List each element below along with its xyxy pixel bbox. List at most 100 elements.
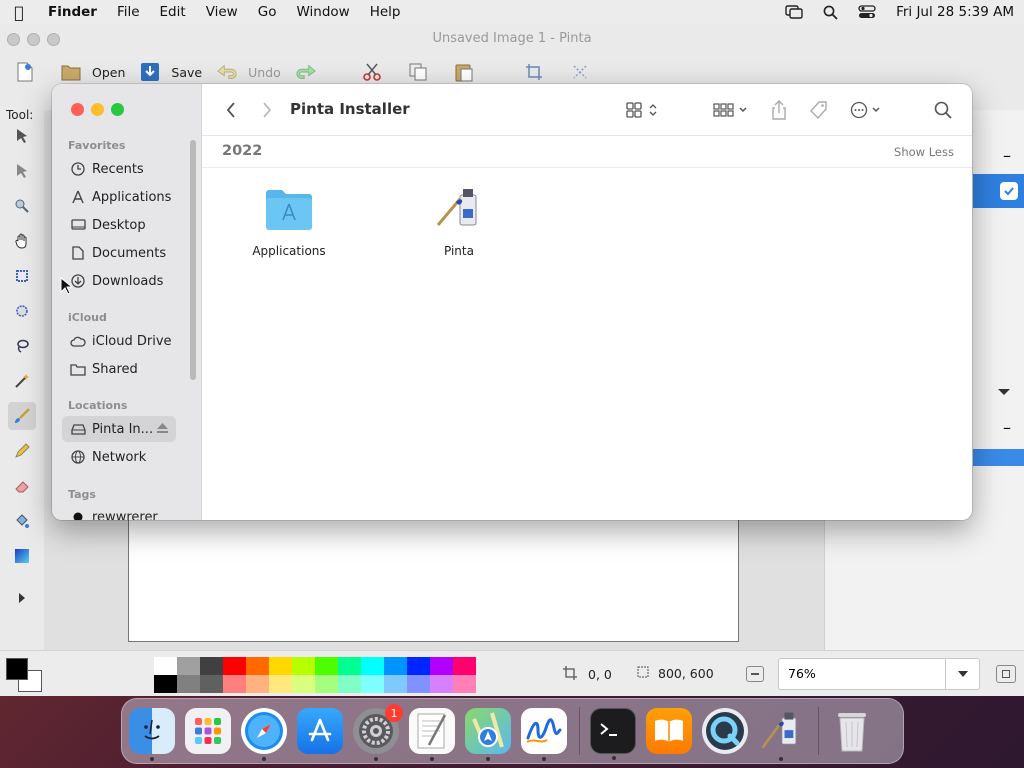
copy-button[interactable] [407,61,439,83]
palette-swatch[interactable] [384,675,407,693]
new-image-button[interactable] [14,61,46,83]
sidebar-item-applications[interactable]: Applications [62,184,176,210]
move-selection-tool-icon[interactable] [8,157,36,185]
menu-view[interactable]: View [196,4,248,20]
dock-textedit-icon[interactable] [409,708,455,761]
back-chevron-icon[interactable] [222,98,240,122]
apple-menu-icon[interactable]:  [0,3,38,22]
eject-icon[interactable] [157,422,168,437]
layer-visible-checkbox[interactable] [1000,182,1018,200]
group-by-icon[interactable] [712,98,750,122]
dock-freeform-icon[interactable] [521,708,567,761]
control-center-icon[interactable] [848,5,886,19]
forward-chevron-icon[interactable] [258,98,276,122]
menu-edit[interactable]: Edit [150,4,196,20]
palette-swatch[interactable] [361,675,384,693]
menu-go[interactable]: Go [248,4,287,20]
spotlight-search-icon[interactable] [813,5,848,20]
show-less-button[interactable]: Show Less [894,145,954,159]
finder-zoom-button[interactable] [111,103,124,116]
menu-help[interactable]: Help [360,4,411,20]
palette-swatch[interactable] [200,657,223,675]
sidebar-item-tag[interactable]: rewwrerer [62,504,176,520]
file-item-pinta[interactable]: Pinta [404,182,514,258]
cut-button[interactable] [361,61,393,83]
gradient-tool-icon[interactable] [8,542,36,570]
sidebar-scrollbar[interactable] [190,140,196,380]
zoom-tool-icon[interactable] [8,192,36,220]
rectangle-select-tool-icon[interactable] [8,262,36,290]
collapse-minus-icon[interactable]: – [1003,146,1011,165]
palette-swatch[interactable] [223,657,246,675]
finder-minimize-button[interactable] [91,103,104,116]
collapse-minus-icon-2[interactable]: – [1003,418,1011,437]
dock-finder-icon[interactable] [129,708,175,761]
dock-books-icon[interactable] [646,708,692,754]
menu-app-finder[interactable]: Finder [38,4,107,20]
dock-app-store-icon[interactable] [297,708,343,754]
palette-swatch[interactable] [269,675,292,693]
zoom-in-icon[interactable] [996,665,1016,683]
sidebar-item-shared[interactable]: Shared [62,356,176,382]
save-button[interactable]: Save [139,61,202,83]
dock-terminal-icon[interactable] [590,708,636,760]
palette-swatch[interactable] [154,675,177,693]
crop-button[interactable] [523,61,555,83]
palette-swatch[interactable] [453,675,476,693]
palette-swatch[interactable] [154,657,177,675]
dock-system-settings-icon[interactable]: 1 [353,704,403,761]
palette-swatch[interactable] [246,675,269,693]
palette-swatch[interactable] [430,675,453,693]
palette-swatch[interactable] [338,657,361,675]
finder-close-button[interactable] [71,103,84,116]
paintbrush-tool-icon[interactable] [8,402,36,430]
dock-maps-icon[interactable] [465,708,511,761]
palette-swatch[interactable] [384,657,407,675]
search-icon[interactable] [932,98,954,122]
redo-button[interactable] [295,61,327,83]
color-swatches[interactable] [4,656,44,694]
pencil-tool-icon[interactable] [8,437,36,465]
more-actions-icon[interactable] [848,98,888,122]
file-item-applications[interactable]: Applications [234,182,344,258]
menu-file[interactable]: File [107,4,150,20]
lasso-select-tool-icon[interactable] [8,332,36,360]
zoom-dropdown-chevron-icon[interactable] [945,659,979,689]
palette-swatch[interactable] [292,675,315,693]
palette-swatch[interactable] [177,657,200,675]
share-icon[interactable] [768,98,790,122]
move-selected-tool-icon[interactable] [8,122,36,150]
dock-quicktime-icon[interactable] [702,708,748,754]
sidebar-item-pinta-installer[interactable]: Pinta In... [62,416,176,442]
sidebar-item-icloud-drive[interactable]: iCloud Drive [62,328,176,354]
selected-history-row[interactable] [973,449,1024,466]
view-grid-icon[interactable] [624,98,662,122]
palette-swatch[interactable] [407,675,430,693]
undo-button[interactable]: Undo [216,61,281,83]
deselect-button[interactable] [569,61,601,83]
palette-swatch[interactable] [223,675,246,693]
selected-layer-row[interactable] [973,174,1024,208]
zoom-out-icon[interactable] [746,666,764,682]
open-button[interactable]: Open [60,61,125,83]
zoom-combo[interactable]: 76% [778,658,980,690]
chevron-down-icon[interactable] [997,382,1011,401]
palette-swatch[interactable] [338,675,361,693]
dock-safari-icon[interactable] [241,708,287,761]
menu-window[interactable]: Window [286,4,359,20]
palette-swatch[interactable] [453,657,476,675]
more-tools-arrow-icon[interactable] [8,584,36,612]
palette-swatch[interactable] [246,657,269,675]
palette-swatch[interactable] [177,675,200,693]
paste-button[interactable] [453,61,485,83]
palette-swatch[interactable] [292,657,315,675]
dock-pinta-icon[interactable] [758,708,804,761]
sidebar-item-network[interactable]: Network [62,444,176,470]
screen-mirroring-icon[interactable] [775,5,813,19]
dock-trash-icon[interactable] [829,708,875,754]
tag-icon[interactable] [808,98,830,122]
ellipse-select-tool-icon[interactable] [8,297,36,325]
palette-swatch[interactable] [315,675,338,693]
menu-clock[interactable]: Fri Jul 28 5:39 AM [886,4,1024,20]
dock-launchpad-icon[interactable] [185,708,231,754]
